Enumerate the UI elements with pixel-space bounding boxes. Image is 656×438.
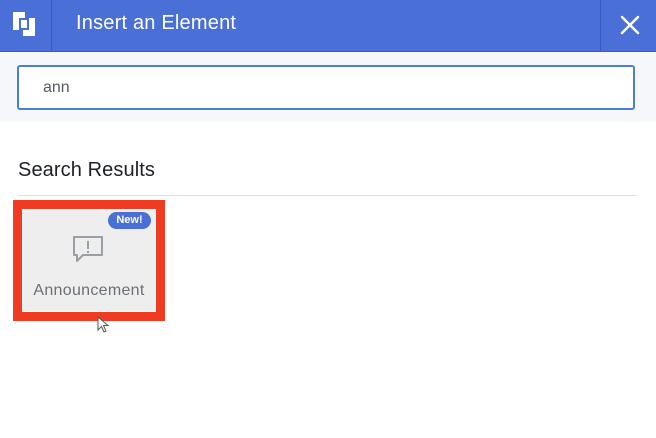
close-button[interactable]: [600, 0, 656, 52]
element-tile-label: Announcement: [33, 282, 145, 299]
app-logo: [0, 0, 52, 52]
search-area: [0, 52, 656, 122]
announcement-icon: [73, 236, 103, 262]
dialog-header: Insert an Element: [0, 0, 656, 52]
logo-icon: [13, 12, 35, 36]
new-badge: New!: [108, 212, 151, 229]
dialog-title: Insert an Element: [76, 12, 237, 34]
mouse-cursor-icon: [97, 316, 110, 333]
divider: [18, 195, 636, 196]
search-results-heading: Search Results: [18, 159, 156, 181]
close-icon: [620, 15, 640, 35]
search-input[interactable]: [17, 65, 635, 110]
